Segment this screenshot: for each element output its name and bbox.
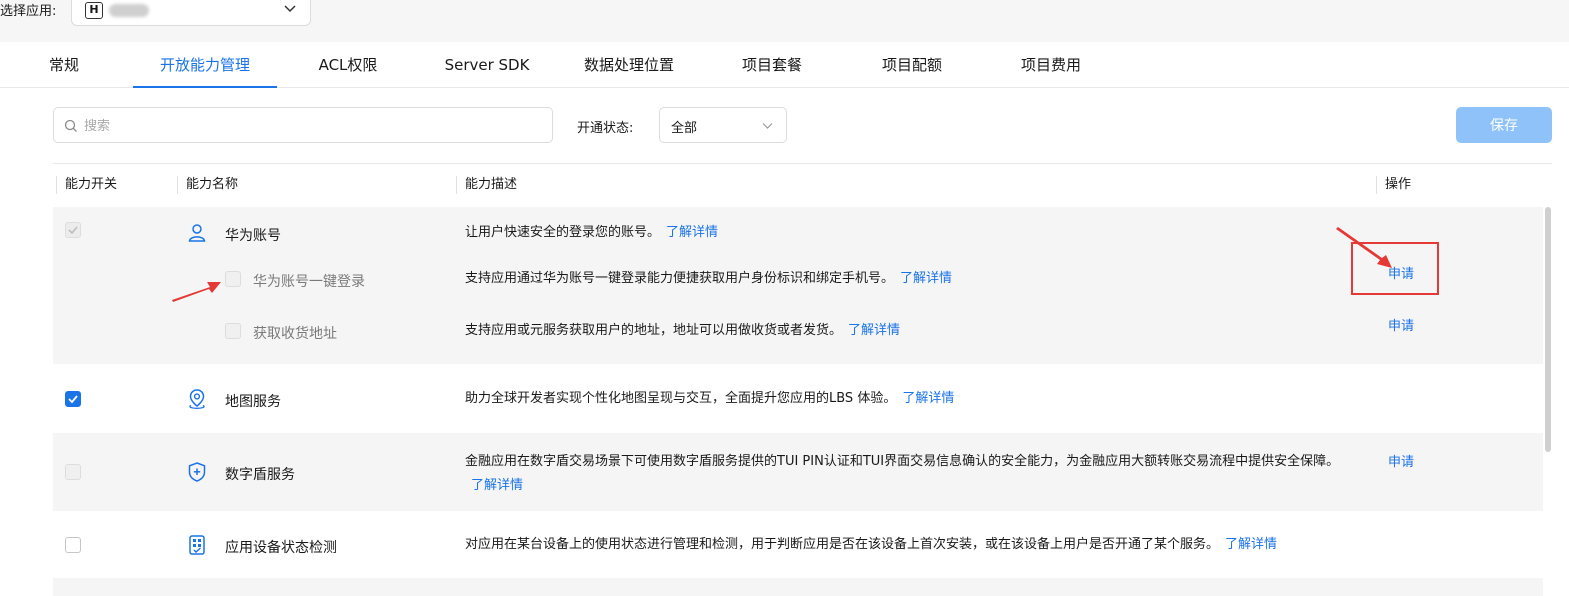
tab-project-cost[interactable]: 项目费用 bbox=[1018, 42, 1084, 88]
apply-link[interactable]: 申请 bbox=[1388, 451, 1414, 470]
tab-project-quota[interactable]: 项目配额 bbox=[879, 42, 945, 88]
annotation-highlight-box bbox=[1351, 242, 1439, 295]
switch-checkbox-shipping-address[interactable] bbox=[225, 323, 241, 339]
service-description: 金融应用在数字盾交易场景下可使用数字盾服务提供的TUI PIN认证和TUI界面交… bbox=[465, 450, 1355, 498]
switch-checkbox-map-service[interactable] bbox=[65, 391, 81, 407]
tab-open-capability[interactable]: 开放能力管理 bbox=[133, 42, 277, 88]
description-text: 金融应用在数字盾交易场景下可使用数字盾服务提供的TUI PIN认证和TUI界面交… bbox=[465, 454, 1340, 469]
column-header-switch: 能力开关 bbox=[56, 176, 117, 194]
tab-acl[interactable]: ACL权限 bbox=[316, 42, 380, 88]
tab-project-package[interactable]: 项目套餐 bbox=[739, 42, 805, 88]
app-selector-bar: 选择应用: H bbox=[0, 0, 1569, 42]
switch-checkbox-device-status[interactable] bbox=[65, 537, 81, 553]
service-description: 支持应用或元服务获取用户的地址，地址可以用做收货或者发货。 了解详情 bbox=[465, 319, 900, 343]
table-scrollbar[interactable] bbox=[1545, 207, 1551, 452]
switch-checkbox-one-click-login[interactable] bbox=[225, 271, 241, 287]
device-check-icon bbox=[189, 535, 205, 555]
status-filter-label: 开通状态: bbox=[577, 121, 634, 136]
app-select-label: 选择应用: bbox=[0, 4, 57, 19]
service-name: 地图服务 bbox=[225, 394, 281, 410]
column-header-description: 能力描述 bbox=[456, 176, 517, 194]
tab-server-sdk[interactable]: Server SDK bbox=[444, 42, 530, 88]
check-icon bbox=[68, 226, 78, 235]
apply-link[interactable]: 申请 bbox=[1388, 315, 1414, 334]
status-filter-select[interactable]: 全部 bbox=[659, 107, 787, 143]
description-text: 支持应用或元服务获取用户的地址，地址可以用做收货或者发货。 bbox=[465, 323, 843, 338]
app-select-dropdown[interactable]: H bbox=[71, 0, 311, 26]
description-text: 助力全球开发者实现个性化地图呈现与交互，全面提升您应用的LBS 体验。 bbox=[465, 391, 897, 406]
service-description: 支持应用通过华为账号一键登录能力便捷获取用户身份标识和绑定手机号。 了解详情 bbox=[465, 267, 952, 291]
tab-bar: 常规 开放能力管理 ACL权限 Server SDK 数据处理位置 项目套餐 项… bbox=[0, 42, 1569, 88]
learn-more-link[interactable]: 了解详情 bbox=[902, 391, 954, 406]
service-description: 让用户快速安全的登录您的账号。 了解详情 bbox=[465, 221, 718, 245]
search-input[interactable] bbox=[84, 116, 524, 136]
chevron-down-icon bbox=[284, 5, 296, 13]
description-text: 对应用在某台设备上的使用状态进行管理和检测，用于判断应用是否在该设备上首次安装，… bbox=[465, 537, 1220, 552]
learn-more-link[interactable]: 了解详情 bbox=[1225, 537, 1277, 552]
service-name: 数字盾服务 bbox=[225, 467, 295, 483]
column-header-action: 操作 bbox=[1376, 176, 1411, 194]
app-name-blurred bbox=[109, 4, 149, 17]
service-description: 助力全球开发者实现个性化地图呈现与交互，全面提升您应用的LBS 体验。 了解详情 bbox=[465, 387, 954, 411]
status-filter-value: 全部 bbox=[671, 121, 698, 136]
check-icon bbox=[68, 395, 78, 404]
column-header-name: 能力名称 bbox=[177, 176, 238, 194]
shield-plus-icon bbox=[188, 462, 206, 482]
learn-more-link[interactable]: 了解详情 bbox=[900, 271, 952, 286]
switch-checkbox-huawei-account[interactable] bbox=[65, 222, 81, 238]
description-text: 让用户快速安全的登录您的账号。 bbox=[465, 225, 661, 240]
search-box bbox=[53, 107, 553, 143]
table-row-partial bbox=[53, 578, 1543, 596]
learn-more-link[interactable]: 了解详情 bbox=[848, 323, 900, 338]
table-header: 能力开关 能力名称 能力描述 操作 bbox=[53, 163, 1552, 206]
service-name: 应用设备状态检测 bbox=[225, 540, 337, 556]
service-description: 对应用在某台设备上的使用状态进行管理和检测，用于判断应用是否在该设备上首次安装，… bbox=[465, 533, 1277, 557]
user-icon bbox=[188, 224, 206, 242]
learn-more-link[interactable]: 了解详情 bbox=[666, 225, 718, 240]
description-text: 支持应用通过华为账号一键登录能力便捷获取用户身份标识和绑定手机号。 bbox=[465, 271, 895, 286]
switch-checkbox-digital-shield[interactable] bbox=[65, 464, 81, 480]
app-badge-icon: H bbox=[85, 2, 103, 19]
service-name: 华为账号 bbox=[225, 228, 281, 244]
map-pin-icon bbox=[189, 389, 205, 409]
save-button[interactable]: 保存 bbox=[1456, 107, 1552, 143]
chevron-down-icon bbox=[762, 123, 773, 129]
search-icon bbox=[64, 119, 77, 132]
learn-more-link[interactable]: 了解详情 bbox=[471, 478, 523, 493]
tab-general[interactable]: 常规 bbox=[47, 42, 81, 88]
service-name: 获取收货地址 bbox=[253, 326, 337, 342]
tab-data-location[interactable]: 数据处理位置 bbox=[580, 42, 678, 88]
service-name: 华为账号一键登录 bbox=[253, 274, 365, 290]
